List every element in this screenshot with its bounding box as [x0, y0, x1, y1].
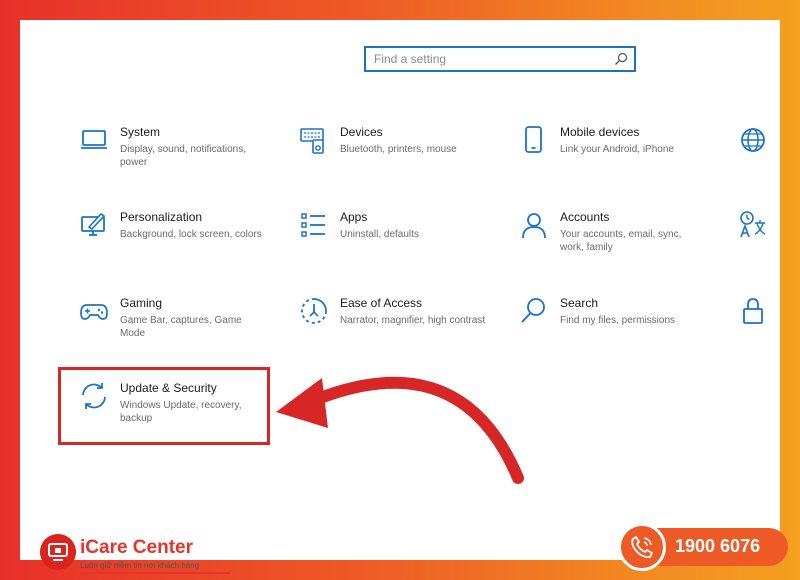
hotline-circle [618, 523, 666, 571]
tile-name: Ease of Access [340, 296, 423, 310]
tile-name: System [120, 125, 161, 139]
phone-call-icon [631, 536, 653, 558]
time-language-icon[interactable] [738, 210, 768, 240]
brand-slogan: Luôn giữ niềm tin nơi khách hàng [80, 561, 200, 570]
monitor-icon [81, 130, 107, 149]
search-icon[interactable] [613, 51, 629, 67]
ease-of-access-icon [301, 298, 327, 324]
devices-icon [300, 128, 324, 154]
tile-name: Gaming [120, 296, 163, 310]
personalization-icon [81, 212, 106, 236]
tile-personalization[interactable]: Personalization Background, lock screen,… [79, 210, 269, 274]
globe-icon[interactable] [738, 125, 768, 155]
tile-description: Game Bar, captures, Game Mode [120, 315, 242, 339]
gamepad-icon [80, 304, 108, 320]
tile-description: Your accounts, email, sync, work, family [560, 229, 682, 253]
tile-search[interactable]: Search Find my files, permissions [519, 296, 709, 360]
tile-description: Display, sound, notifications, power [120, 144, 246, 168]
search-input[interactable] [366, 48, 606, 70]
lock-icon[interactable] [738, 296, 768, 326]
apps-icon [301, 213, 325, 237]
tile-description: Uninstall, defaults [340, 229, 419, 240]
tile-gaming[interactable]: Gaming Game Bar, captures, Game Mode [79, 296, 269, 360]
search-icon [521, 298, 545, 323]
logo-badge-icon [40, 534, 76, 570]
person-icon [522, 213, 546, 239]
brand-underline [80, 572, 230, 574]
tile-system[interactable]: System Display, sound, notifications, po… [79, 125, 269, 189]
tile-description: Background, lock screen, colors [120, 229, 262, 240]
tile-name: Accounts [560, 210, 610, 224]
tile-description: Bluetooth, printers, mouse [340, 144, 457, 155]
tile-name: Devices [340, 125, 383, 139]
tile-name: Personalization [120, 210, 203, 224]
settings-window: System Display, sound, notifications, po… [20, 20, 788, 574]
tile-mobile-devices[interactable]: Mobile devices Link your Android, iPhone [519, 125, 709, 189]
brand-name: iCare Center [80, 537, 193, 558]
tile-description: Link your Android, iPhone [560, 144, 674, 155]
tile-name: Search [560, 296, 599, 310]
brand-logo: iCare Center Luôn giữ niềm tin nơi khách… [40, 532, 230, 580]
hotline-number: 1900 6076 [675, 536, 761, 556]
phone-icon [525, 126, 542, 153]
tile-description: Narrator, magnifier, high contrast [340, 315, 486, 326]
red-arrow [276, 376, 524, 484]
search-box[interactable] [364, 46, 636, 72]
highlight-box [58, 367, 270, 445]
tile-accounts[interactable]: Accounts Your accounts, email, sync, wor… [519, 210, 709, 274]
tile-name: Mobile devices [560, 125, 640, 139]
tile-apps[interactable]: Apps Uninstall, defaults [299, 210, 489, 274]
tile-description: Find my files, permissions [560, 315, 676, 326]
tile-name: Apps [340, 210, 368, 224]
tile-devices[interactable]: Devices Bluetooth, printers, mouse [299, 125, 489, 189]
